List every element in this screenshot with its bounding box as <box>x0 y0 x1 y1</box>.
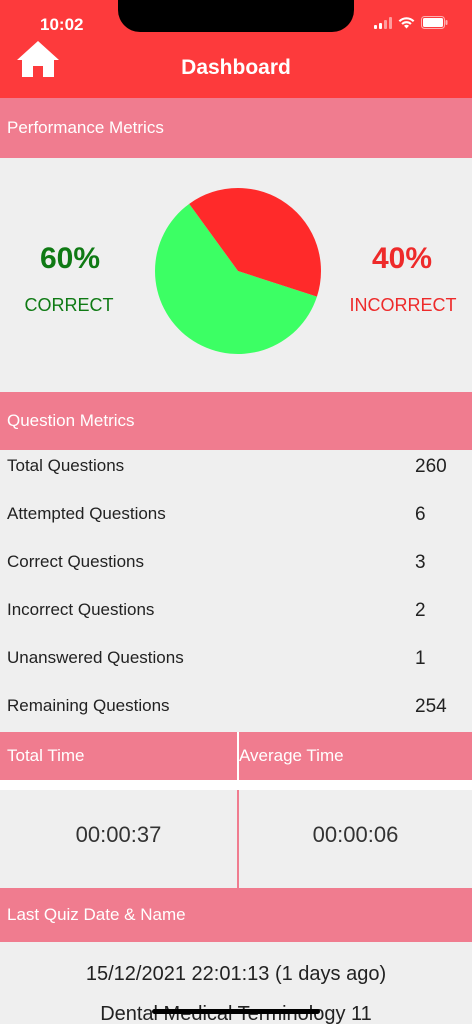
metric-label: Remaining Questions <box>7 696 170 715</box>
total-time-label: Total Time <box>7 746 85 765</box>
average-time-header: Average Time <box>239 732 472 780</box>
metric-row-correct: Correct Questions 3 <box>0 546 472 594</box>
performance-section-title: Performance Metrics <box>7 118 164 137</box>
metric-row-unanswered: Unanswered Questions 1 <box>0 642 472 690</box>
correct-percent: 60% <box>39 242 101 275</box>
last-quiz-section-title: Last Quiz Date & Name <box>7 905 186 924</box>
signal-icon <box>374 16 392 29</box>
wifi-icon <box>398 16 415 28</box>
incorrect-label: INCORRECT <box>349 295 457 315</box>
home-indicator <box>152 1009 320 1014</box>
last-quiz-section-header: Last Quiz Date & Name <box>0 888 472 942</box>
metric-value: 1 <box>415 648 426 669</box>
metric-value: 6 <box>415 504 426 525</box>
metric-label: Total Questions <box>7 456 125 475</box>
page-title: Dashboard <box>181 56 291 79</box>
total-time-value: 00:00:37 <box>75 822 162 847</box>
metric-value: 3 <box>415 552 426 573</box>
metric-value: 254 <box>415 696 447 717</box>
metric-value: 260 <box>415 456 447 477</box>
metric-label: Attempted Questions <box>7 504 166 523</box>
average-time-value: 00:00:06 <box>312 822 399 847</box>
metric-label: Incorrect Questions <box>7 600 155 619</box>
average-time-label: Average Time <box>239 746 344 765</box>
question-section-header: Question Metrics <box>0 392 472 450</box>
metric-row-remaining: Remaining Questions 254 <box>0 690 472 738</box>
total-time-cell: 00:00:37 <box>0 790 237 888</box>
metric-label: Unanswered Questions <box>7 648 184 667</box>
performance-section-header: Performance Metrics <box>0 98 472 158</box>
app-header: 10:02 Dashboard <box>0 0 472 98</box>
time-metrics: Total Time Average Time 00:00:37 00:00:0… <box>0 732 472 888</box>
incorrect-percent: 40% <box>371 242 433 275</box>
average-time-cell: 00:00:06 <box>239 790 472 888</box>
metric-row-incorrect: Incorrect Questions 2 <box>0 594 472 642</box>
performance-panel: 60% CORRECT 40% INCORRECT <box>0 158 472 392</box>
battery-icon <box>421 16 448 29</box>
status-time: 10:02 <box>40 15 84 34</box>
metric-row-attempted: Attempted Questions 6 <box>0 498 472 546</box>
metric-label: Correct Questions <box>7 552 144 571</box>
correct-label: CORRECT <box>24 295 114 315</box>
performance-pie-chart <box>155 188 321 354</box>
status-icons <box>374 16 448 29</box>
metric-row-total: Total Questions 260 <box>0 450 472 498</box>
metric-value: 2 <box>415 600 426 621</box>
device-notch <box>118 0 354 32</box>
total-time-header: Total Time <box>0 732 237 780</box>
question-section-title: Question Metrics <box>7 411 135 430</box>
question-metrics-list: Total Questions 260 Attempted Questions … <box>0 450 472 732</box>
last-quiz-date: 15/12/2021 22:01:13 (1 days ago) <box>85 963 387 985</box>
